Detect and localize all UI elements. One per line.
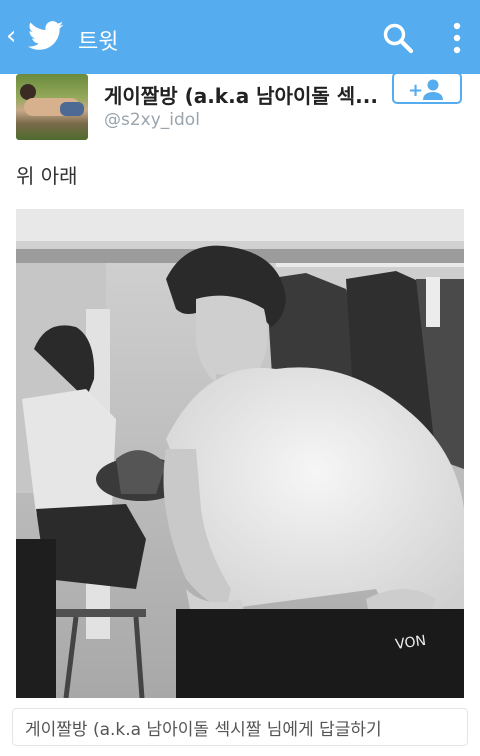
app-header: ‹ 트윗 bbox=[0, 0, 480, 74]
add-user-icon: + bbox=[408, 79, 443, 101]
avatar[interactable] bbox=[16, 74, 88, 140]
search-icon[interactable] bbox=[382, 22, 414, 54]
follow-button[interactable]: + bbox=[392, 72, 462, 104]
gif-image: VON bbox=[16, 209, 464, 698]
reply-suffix: 남아이돌 섹시짤 님에게 답글하기 bbox=[146, 720, 382, 740]
page-title: 트윗 bbox=[78, 30, 119, 55]
reply-bar: 게이짤방 (a.k.a 남아이돌 섹시짤 님에게 답글하기 bbox=[0, 698, 480, 756]
chevron-left-icon[interactable]: ‹ bbox=[6, 23, 16, 49]
tweet-text: 위 아래 bbox=[16, 164, 78, 188]
tweet-media-gif[interactable]: VON bbox=[16, 209, 464, 698]
reply-input[interactable]: 게이짤방 (a.k.a 남아이돌 섹시짤 님에게 답글하기 bbox=[12, 708, 468, 746]
author-handle[interactable]: @s2xy_idol bbox=[104, 110, 200, 130]
tweet-author: 게이짤방 (a.k.a 남아이돌 섹... @s2xy_idol + bbox=[0, 72, 480, 148]
svg-text:+: + bbox=[408, 80, 423, 101]
reply-prefix: 게이짤방 (a.k.a bbox=[25, 720, 147, 740]
twitter-bird-icon[interactable] bbox=[28, 20, 64, 52]
more-vertical-icon[interactable] bbox=[446, 20, 468, 56]
author-display-name[interactable]: 게이짤방 (a.k.a 남아이돌 섹... bbox=[104, 80, 376, 109]
